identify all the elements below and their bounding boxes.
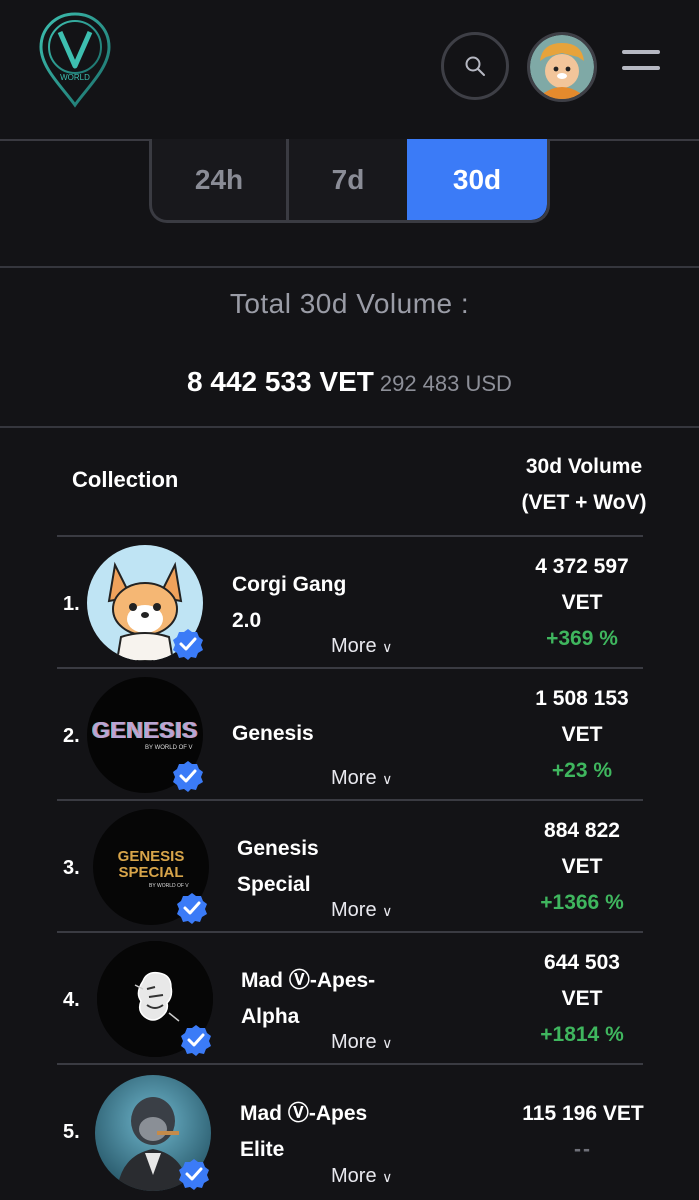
volume-cell: 644 503 VET +1814 % [507, 945, 657, 1053]
section-divider [0, 426, 699, 428]
verified-badge-icon [180, 1024, 212, 1056]
more-label: More [331, 1031, 377, 1053]
volume-change: +23 % [551, 759, 613, 782]
table-row[interactable]: 2. GENESIS BY WORLD OF V Genesis More ∨ … [57, 669, 643, 801]
table-row[interactable]: 3. GENESIS SPECIAL BY WORLD OF V Genesis… [57, 801, 643, 933]
logo-text: WORLD [60, 73, 90, 82]
collection-name-line2: Special [237, 873, 311, 896]
tab-30d[interactable]: 30d [407, 139, 547, 220]
total-volume-label: Total 30d Volume : [229, 288, 470, 319]
more-button[interactable]: More ∨ [331, 767, 392, 790]
user-avatar-button[interactable] [527, 32, 597, 102]
row-rank: 4. [63, 989, 80, 1011]
column-header-volume-line2: (VET + WoV) [521, 491, 647, 514]
volume-value: 884 822 [544, 819, 620, 842]
genesis-special-logo-text: GENESIS SPECIAL [93, 849, 209, 881]
verified-badge-icon [178, 1158, 210, 1190]
volume-change: +369 % [546, 627, 618, 650]
genesis-special-logo-line1: GENESIS [117, 848, 185, 865]
app-header: WORLD [0, 0, 699, 139]
volume-change: +1814 % [540, 1023, 624, 1046]
table-row[interactable]: 5. Mad Ⓥ-Apes Elite More ∨ 115 196 VET -… [57, 1065, 644, 1197]
collection-name[interactable]: Corgi Gang 2.0 [232, 567, 346, 639]
volume-cell: 1 508 153 VET +23 % [507, 681, 657, 789]
total-volume-vet: 8 442 533 VET [187, 366, 374, 397]
verified-badge-icon [172, 628, 204, 660]
more-button[interactable]: More ∨ [331, 899, 392, 922]
volume-change: -- [574, 1138, 592, 1161]
chevron-down-icon: ∨ [382, 639, 393, 655]
more-button[interactable]: More ∨ [331, 635, 392, 658]
collection-name-line2: 2.0 [232, 609, 262, 632]
collection-name-line2: Elite [240, 1138, 285, 1161]
more-label: More [331, 899, 377, 921]
total-volume-value: 8 442 533 VET 292 483 USD [0, 366, 699, 398]
collection-name-line1: Mad Ⓥ-Apes- [241, 969, 376, 992]
collection-name[interactable]: Mad Ⓥ-Apes Elite [240, 1096, 367, 1168]
volume-cell: 4 372 597 VET +369 % [507, 549, 657, 657]
volume-change: +1366 % [540, 891, 624, 914]
column-header-collection[interactable]: Collection [72, 467, 178, 493]
volume-unit: VET [561, 987, 603, 1010]
collection-name[interactable]: Genesis Special [237, 831, 319, 903]
row-rank: 3. [63, 857, 80, 879]
total-volume-usd: 292 483 USD [379, 371, 512, 396]
volume-value: 644 503 [544, 951, 620, 974]
column-header-volume[interactable]: 30d Volume (VET + WoV) [505, 449, 663, 521]
verified-badge-icon [176, 892, 208, 924]
collection-name[interactable]: Genesis [232, 716, 314, 752]
volume-unit: VET [561, 855, 603, 878]
more-label: More [331, 1165, 377, 1187]
more-button[interactable]: More ∨ [331, 1031, 392, 1054]
collection-name-line1: Genesis [237, 837, 319, 860]
world-of-v-logo-icon[interactable]: WORLD [38, 10, 112, 108]
genesis-logo-subtext: BY WORLD OF V [145, 745, 193, 751]
genesis-special-logo-line2: SPECIAL [118, 864, 184, 881]
volume-cell: 884 822 VET +1366 % [507, 813, 657, 921]
table-row[interactable]: 1. Corgi Gang 2.0 More ∨ 4 372 597 VET +… [57, 537, 643, 669]
table-row[interactable]: 4. Mad Ⓥ-Apes- Alpha More ∨ 644 503 VET … [57, 933, 643, 1065]
more-label: More [331, 635, 377, 657]
more-label: More [331, 767, 377, 789]
time-range-tabs: 24h 7d 30d [149, 139, 550, 223]
row-rank: 2. [63, 725, 80, 747]
search-button[interactable] [441, 32, 509, 100]
column-header-volume-line1: 30d Volume [525, 455, 643, 478]
tab-7d[interactable]: 7d [289, 139, 407, 220]
genesis-special-logo-subtext: BY WORLD OF V [149, 883, 189, 889]
more-button[interactable]: More ∨ [331, 1165, 392, 1188]
search-icon [465, 56, 485, 76]
chevron-down-icon: ∨ [382, 903, 393, 919]
volume-value: 1 508 153 [535, 687, 629, 710]
chevron-down-icon: ∨ [382, 1169, 393, 1185]
chevron-down-icon: ∨ [382, 1035, 393, 1051]
tab-24h[interactable]: 24h [152, 139, 289, 220]
hamburger-menu-icon[interactable] [622, 50, 660, 76]
volume-value: 115 196 VET [522, 1102, 644, 1125]
avatar-icon [530, 35, 594, 99]
collection-name[interactable]: Mad Ⓥ-Apes- Alpha [241, 963, 375, 1035]
collection-name-line1: Corgi Gang [232, 573, 347, 596]
row-rank: 5. [63, 1121, 80, 1143]
volume-value: 4 372 597 [535, 555, 629, 578]
volume-unit: VET [561, 723, 603, 746]
genesis-logo-text: GENESIS [92, 717, 198, 743]
volume-unit: VET [561, 591, 603, 614]
collection-name-line2: Alpha [241, 1005, 300, 1028]
collection-name-line1: Mad Ⓥ-Apes [240, 1102, 368, 1125]
collection-name-line1: Genesis [232, 722, 314, 745]
verified-badge-icon [172, 760, 204, 792]
section-divider [0, 266, 699, 268]
row-rank: 1. [63, 593, 80, 615]
volume-cell: 115 196 VET -- [503, 1096, 663, 1168]
chevron-down-icon: ∨ [382, 771, 393, 787]
